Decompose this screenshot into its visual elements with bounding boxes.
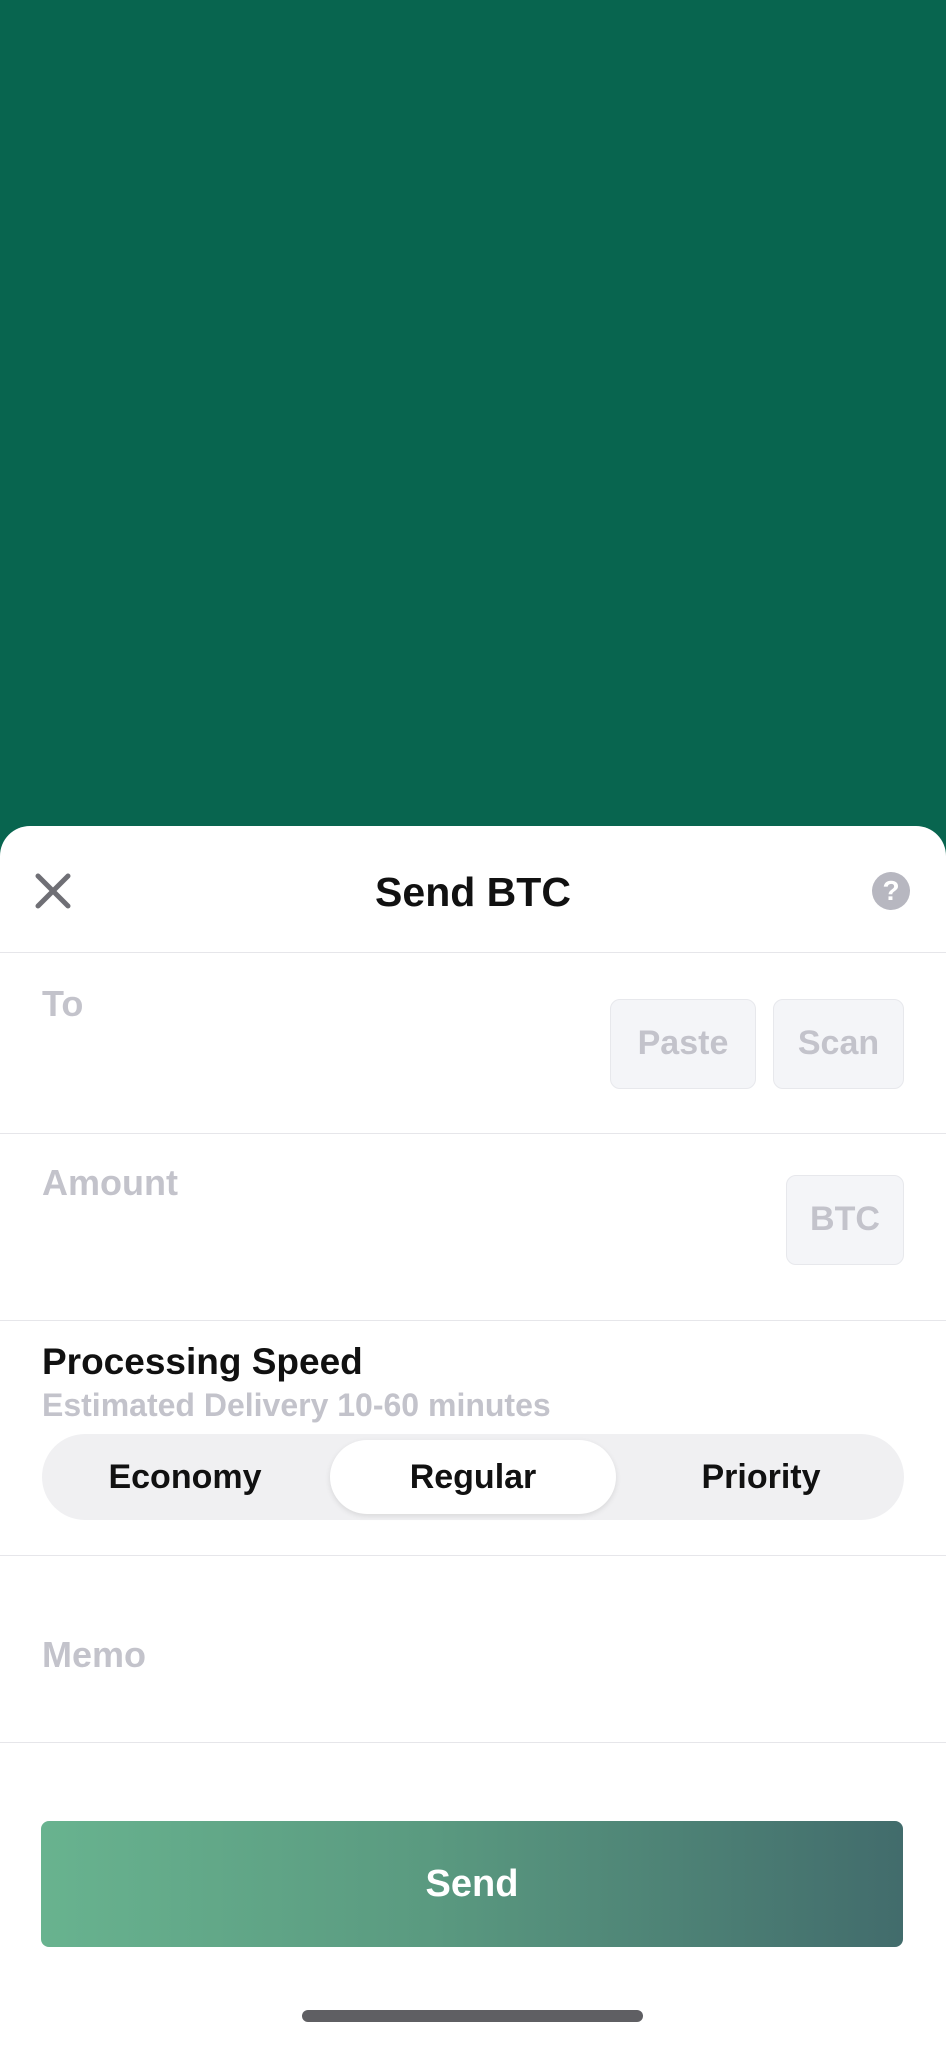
scan-button[interactable]: Scan: [773, 999, 904, 1089]
sheet-header: Send BTC ?: [0, 826, 946, 953]
amount-label: Amount: [42, 1162, 178, 1203]
speed-option-economy[interactable]: Economy: [50, 1440, 320, 1514]
memo-label: Memo: [42, 1634, 147, 1675]
speed-selector: Economy Regular Priority: [42, 1434, 904, 1520]
speed-option-regular[interactable]: Regular: [330, 1440, 616, 1514]
currency-button[interactable]: BTC: [786, 1175, 904, 1265]
speed-subtitle: Estimated Delivery 10-60 minutes: [42, 1387, 551, 1423]
speed-title: Processing Speed: [42, 1341, 363, 1382]
processing-speed-section: Processing Speed Estimated Delivery 10-6…: [0, 1321, 946, 1556]
paste-button[interactable]: Paste: [610, 999, 756, 1089]
send-button[interactable]: Send: [41, 1821, 903, 1947]
to-field[interactable]: To Paste Scan: [0, 953, 946, 1134]
page-title: Send BTC: [375, 869, 571, 915]
help-icon[interactable]: ?: [872, 872, 910, 910]
send-sheet: Send BTC ? To Paste Scan Amount BTC Proc…: [0, 826, 946, 2048]
to-label: To: [42, 983, 84, 1024]
home-indicator: [302, 2010, 643, 2022]
speed-option-priority[interactable]: Priority: [626, 1440, 896, 1514]
memo-field[interactable]: Memo: [0, 1556, 946, 1743]
amount-field[interactable]: Amount BTC: [0, 1134, 946, 1321]
